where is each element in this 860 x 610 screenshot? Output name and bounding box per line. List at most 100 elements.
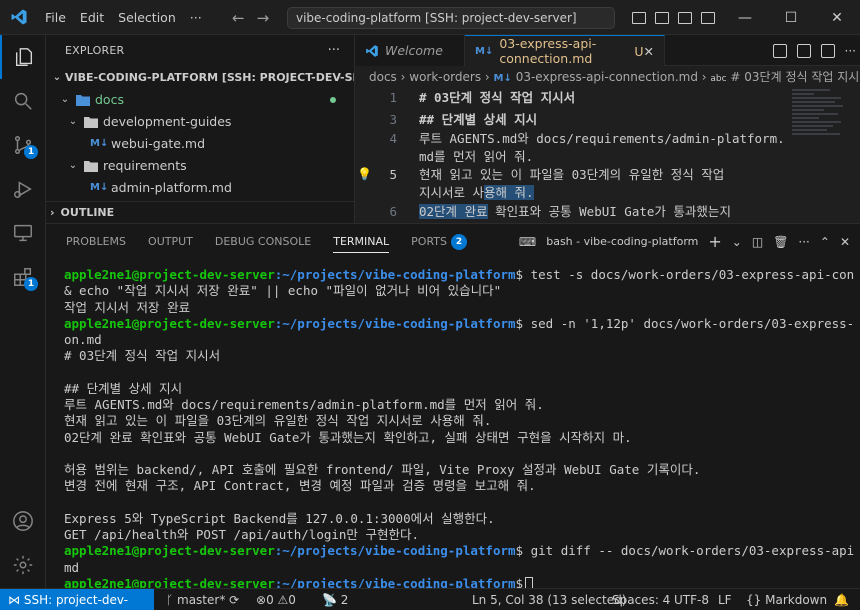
folder-icon: [84, 161, 98, 172]
markdown-file-icon: M↓: [90, 138, 109, 149]
terminal-name[interactable]: bash - vibe-coding-platform: [546, 235, 698, 248]
tree-folder-development-guides[interactable]: ⌄ development-guides: [46, 111, 354, 133]
close-panel-icon[interactable]: ✕: [840, 235, 850, 249]
search-icon[interactable]: [0, 79, 46, 123]
cursor-position[interactable]: Ln 5, Col 38 (13 selected): [472, 589, 626, 610]
terminal-line: 작업 지시서 저장 완료: [64, 299, 191, 315]
terminal-icon: ⌨: [518, 234, 537, 249]
markdown-file-icon: M↓: [90, 182, 109, 193]
extensions-icon[interactable]: 1: [0, 255, 46, 299]
toggle-secondary-sidebar-icon[interactable]: [678, 11, 692, 24]
status-bar: ⋈ SSH: project-dev-server ᚴ master* ⟳ ⊗0…: [0, 588, 860, 610]
toggle-panel-icon[interactable]: [655, 11, 669, 24]
customize-layout-icon[interactable]: [701, 11, 715, 24]
scm-badge: 1: [24, 145, 38, 159]
outline-section[interactable]: › OUTLINE: [46, 201, 354, 223]
braces-icon: {}: [746, 593, 762, 607]
tab-welcome[interactable]: Welcome: [355, 35, 465, 66]
tab-ports[interactable]: PORTS 2: [411, 224, 467, 259]
run-debug-icon[interactable]: [0, 167, 46, 211]
more-actions-icon[interactable]: ···: [845, 44, 856, 58]
git-branch-icon: ᚴ: [166, 593, 178, 607]
tree-folder-docs[interactable]: ⌄ docs: [46, 89, 354, 111]
folder-icon: [76, 95, 90, 106]
remote-indicator[interactable]: ⋈ SSH: project-dev-server: [0, 589, 154, 610]
settings-gear-icon[interactable]: [0, 543, 46, 587]
chevron-down-icon[interactable]: ⌄: [732, 235, 742, 249]
open-preview-icon[interactable]: [772, 43, 787, 58]
minimap[interactable]: [792, 89, 846, 219]
terminal-line: GET /api/health와 POST /api/auth/login만 구…: [64, 527, 419, 542]
explorer-icon[interactable]: [0, 35, 46, 79]
tab-debug-console[interactable]: DEBUG CONSOLE: [215, 224, 311, 259]
open-changes-icon[interactable]: [796, 43, 811, 58]
indentation[interactable]: Spaces: 4: [612, 589, 670, 610]
menu-selection[interactable]: Selection: [111, 0, 183, 35]
remote-icon: ⋈: [8, 593, 20, 607]
markdown-file-icon: M↓: [475, 45, 494, 57]
editor-area: Welcome M↓ 03-express-api-connection.md …: [355, 35, 860, 223]
editor-tabs: Welcome M↓ 03-express-api-connection.md …: [355, 35, 860, 66]
tab-problems[interactable]: PROBLEMS: [66, 224, 126, 259]
terminal-line: 현재 읽고 있는 이 파일을 03단계의 유일한 정식 작업 지시서로 사용해 …: [64, 413, 492, 429]
explorer-sidebar: EXPLORER ··· ⌄ VIBE-CODING-PLATFORM [SSH…: [46, 35, 355, 223]
back-arrow-icon[interactable]: ←: [232, 9, 245, 27]
split-terminal-icon[interactable]: ◫: [752, 235, 763, 249]
language-mode[interactable]: {} Markdown: [746, 589, 827, 610]
menu-edit[interactable]: Edit: [73, 0, 111, 35]
source-control-icon[interactable]: 1: [0, 123, 46, 167]
minimize-icon[interactable]: —: [722, 0, 768, 35]
explorer-header: EXPLORER: [65, 44, 125, 57]
command-center[interactable]: vibe-coding-platform [SSH: project-dev-s…: [287, 7, 615, 29]
sync-icon: ⟳: [229, 593, 240, 607]
breadcrumb-item[interactable]: work-orders: [409, 70, 481, 84]
tab-output[interactable]: OUTPUT: [148, 224, 193, 259]
broadcast-icon: 📡: [322, 593, 337, 607]
encoding[interactable]: UTF-8: [674, 589, 709, 610]
more-actions-icon[interactable]: ···: [328, 43, 340, 58]
maximize-panel-icon[interactable]: ⌃: [820, 235, 830, 249]
account-icon[interactable]: [0, 499, 46, 543]
terminal-line: md: [64, 559, 80, 575]
terminal-output[interactable]: apple2ne1@project-dev-server:~/projects/…: [64, 267, 854, 592]
maximize-icon[interactable]: ☐: [768, 0, 814, 35]
new-terminal-icon[interactable]: +: [708, 232, 721, 251]
notifications-bell-icon[interactable]: 🔔: [834, 589, 849, 610]
menu-bar: File Edit Selection ···: [38, 0, 209, 35]
close-tab-icon[interactable]: ✕: [644, 44, 654, 59]
menu-more[interactable]: ···: [183, 0, 209, 35]
problems-indicator[interactable]: ⊗0 ⚠0: [256, 589, 296, 610]
ports-indicator[interactable]: 📡 2: [322, 589, 348, 610]
symbol-icon: abc: [710, 74, 727, 84]
breadcrumb-item[interactable]: docs: [369, 70, 397, 84]
tree-file-webui-gate[interactable]: M↓ webui-gate.md: [46, 133, 354, 155]
trash-icon[interactable]: 🗑: [773, 235, 788, 249]
breadcrumb: docs › work-orders › M↓ 03-express-api-c…: [355, 66, 860, 88]
chevron-down-icon: ⌄: [68, 116, 78, 127]
untracked-status: U: [634, 43, 644, 59]
line-ending[interactable]: LF: [718, 589, 732, 610]
breadcrumb-item[interactable]: # 03단계 정식 작업 지시서: [730, 70, 860, 84]
forward-arrow-icon[interactable]: →: [257, 9, 270, 27]
split-editor-icon[interactable]: [820, 43, 835, 58]
workspace-root[interactable]: ⌄ VIBE-CODING-PLATFORM [SSH: PROJECT-DEV…: [46, 67, 354, 89]
tab-03-express-api-connection[interactable]: M↓ 03-express-api-connection.md U ✕: [465, 35, 665, 66]
tab-terminal[interactable]: TERMINAL: [333, 224, 389, 259]
branch-indicator[interactable]: ᚴ master* ⟳: [166, 589, 239, 610]
tree-folder-requirements[interactable]: ⌄ requirements: [46, 155, 354, 177]
menu-file[interactable]: File: [38, 0, 73, 35]
more-actions-icon[interactable]: ···: [798, 235, 809, 249]
remote-explorer-icon[interactable]: [0, 211, 46, 255]
tree-file-admin-platform[interactable]: M↓ admin-platform.md: [46, 177, 354, 199]
close-icon[interactable]: ✕: [814, 0, 860, 35]
vscode-logo-icon: [4, 0, 34, 35]
toggle-sidebar-icon[interactable]: [632, 11, 646, 24]
selection: 용해 줘.: [484, 185, 534, 200]
lightbulb-icon[interactable]: 💡: [357, 165, 372, 184]
terminal-line: apple2ne1@project-dev-server:~/projects/…: [64, 315, 854, 331]
breadcrumb-item[interactable]: 03-express-api-connection.md: [516, 70, 698, 84]
selection: 02단계 완료: [419, 204, 488, 219]
bottom-panel: PROBLEMS OUTPUT DEBUG CONSOLE TERMINAL P…: [46, 223, 860, 592]
